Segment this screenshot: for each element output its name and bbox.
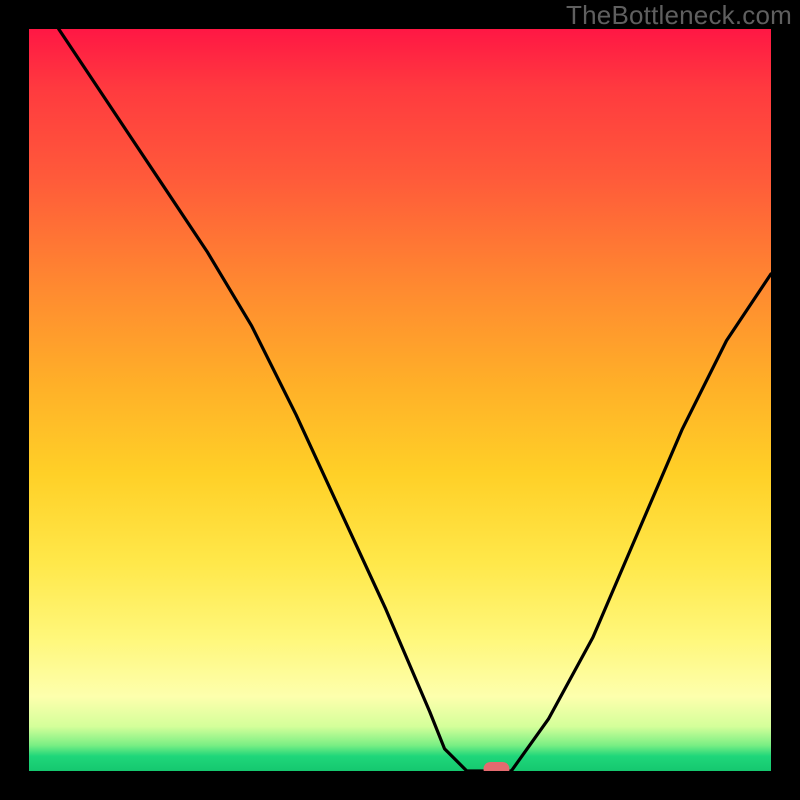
bottleneck-curve: [59, 29, 771, 771]
watermark-text: TheBottleneck.com: [566, 0, 792, 31]
curve-layer: [29, 29, 771, 771]
chart-frame: TheBottleneck.com: [0, 0, 800, 800]
optimal-marker: [484, 762, 510, 771]
plot-area: [29, 29, 771, 771]
